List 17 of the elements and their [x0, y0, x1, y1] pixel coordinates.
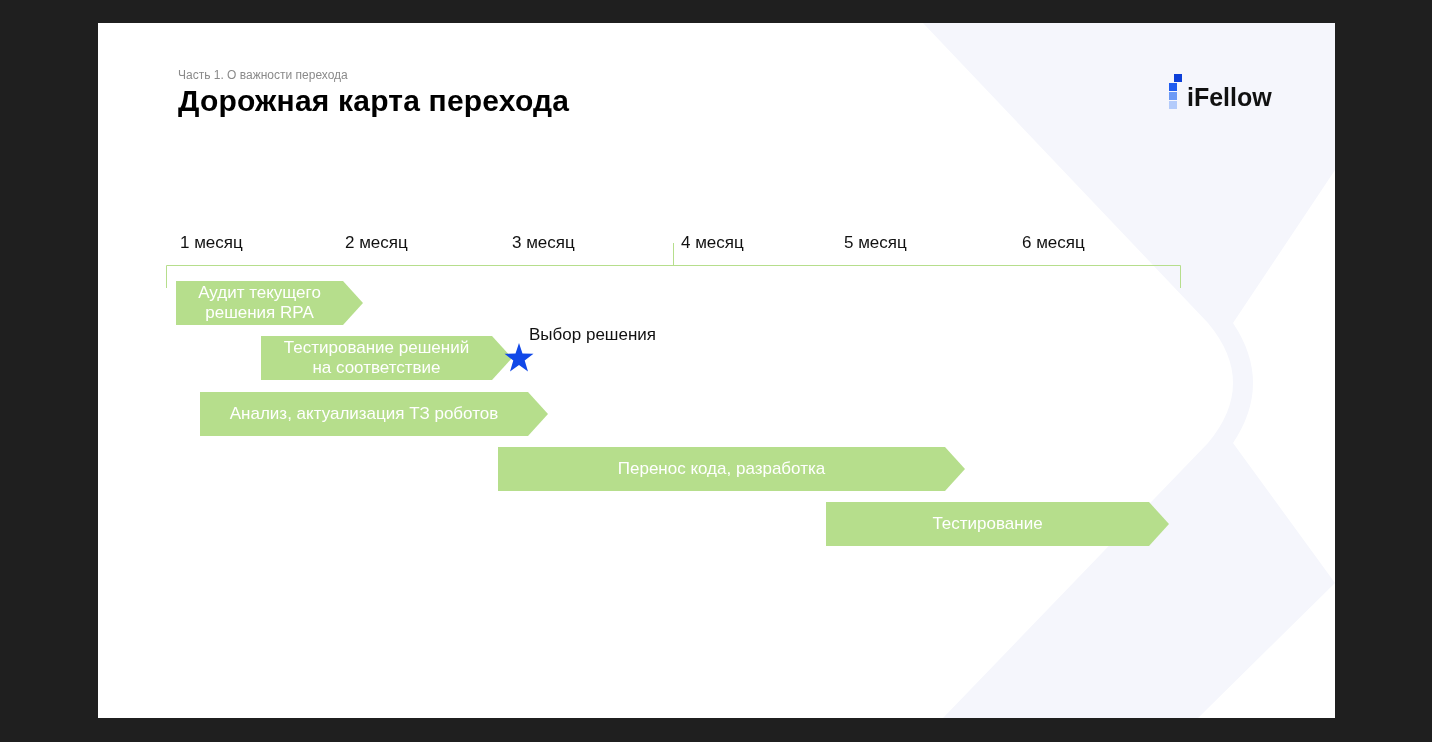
- month-label: 5 месяц: [844, 233, 907, 253]
- month-label: 2 месяц: [345, 233, 408, 253]
- task-bar: Аудит текущего решения RPA: [176, 281, 363, 325]
- month-label: 4 месяц: [681, 233, 744, 253]
- task-bar: Анализ, актуализация ТЗ роботов: [200, 392, 548, 436]
- month-label: 3 месяц: [512, 233, 575, 253]
- task-bar: Тестирование решений на соответствие: [261, 336, 512, 380]
- task-bar: Тестирование: [826, 502, 1169, 546]
- month-label: 1 месяц: [180, 233, 243, 253]
- logo-icon: [1169, 74, 1183, 110]
- milestone-label: Выбор решения: [529, 325, 657, 345]
- section-label: Часть 1. О важности перехода: [178, 68, 348, 82]
- task-bar: Перенос кода, разработка: [498, 447, 965, 491]
- month-label: 6 месяц: [1022, 233, 1085, 253]
- star-icon: [504, 343, 534, 372]
- slide-title: Дорожная карта перехода: [178, 84, 570, 118]
- logo-text: iFellow: [1187, 84, 1272, 110]
